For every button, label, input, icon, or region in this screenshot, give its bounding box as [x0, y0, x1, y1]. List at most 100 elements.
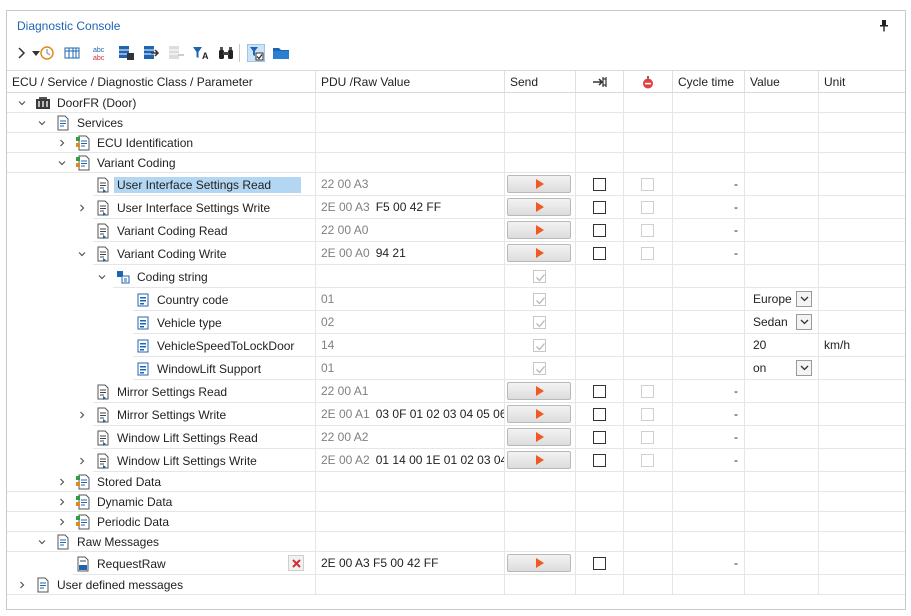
dropdown-button[interactable] [796, 360, 812, 376]
cycle-time-cell[interactable]: - [673, 426, 745, 449]
tree-row[interactable]: Mirror Settings Read 22 00 A1 - [7, 380, 905, 403]
pin-icon[interactable] [879, 20, 889, 32]
unit-cell [819, 357, 905, 380]
tree-row[interactable]: ECU Identification [7, 133, 905, 153]
send-button[interactable] [507, 175, 571, 193]
chevron-down-icon[interactable] [97, 272, 107, 282]
chevron-right-icon[interactable] [57, 517, 67, 527]
cycle-time-cell[interactable]: - [673, 173, 745, 196]
cyclic-checkbox[interactable] [592, 247, 606, 260]
tree-row[interactable]: User defined messages [7, 575, 905, 595]
tree-row[interactable]: VehicleSpeedToLockDoor 14 20 km/h [7, 334, 905, 357]
cycle-time-cell[interactable]: - [673, 219, 745, 242]
cycle-time-cell[interactable]: - [673, 380, 745, 403]
column-header-send[interactable]: Send [505, 71, 576, 93]
value-cell[interactable]: on [745, 357, 819, 380]
filter-selected-icon[interactable] [247, 44, 265, 62]
cyclic-cell [576, 219, 624, 242]
cycle-time-cell[interactable]: - [673, 403, 745, 426]
chevron-down-icon[interactable] [77, 249, 87, 259]
tree-row[interactable]: Variant Coding Write 2E 00 A0 94 21 - [7, 242, 905, 265]
tree-row[interactable]: Country code 01 Europe [7, 288, 905, 311]
column-header-unit[interactable]: Unit [819, 71, 905, 93]
folder-icon[interactable] [272, 44, 290, 62]
tree-row-label: Country code [157, 292, 229, 307]
cyclic-checkbox[interactable] [592, 454, 606, 467]
delete-button[interactable] [288, 555, 304, 571]
column-header-stop[interactable] [624, 71, 673, 93]
tree-row[interactable]: Stored Data [7, 472, 905, 492]
tree-row[interactable]: Mirror Settings Write 2E 00 A1 03 0F 01 02… [7, 403, 905, 426]
binoculars-search-icon[interactable] [217, 44, 235, 62]
table-columns-icon[interactable] [63, 44, 81, 62]
chevron-right-icon[interactable] [57, 138, 67, 148]
value-cell[interactable]: Europe [745, 288, 819, 311]
stop-cell [624, 334, 673, 357]
tree-row[interactable]: Variant Coding Read 22 00 A0 - [7, 219, 905, 242]
tree-row[interactable]: Dynamic Data [7, 492, 905, 512]
grid-export-icon[interactable] [142, 44, 160, 62]
tree-row[interactable]: Periodic Data [7, 512, 905, 532]
column-header-pdu[interactable]: PDU /Raw Value [316, 71, 505, 93]
chevron-down-icon[interactable] [17, 98, 27, 108]
dropdown-button[interactable] [796, 314, 812, 330]
send-button[interactable] [507, 382, 571, 400]
column-header-send-cyclic[interactable] [576, 71, 624, 93]
dropdown-button[interactable] [796, 291, 812, 307]
cyclic-checkbox[interactable] [592, 201, 606, 214]
tree-row-label: Dynamic Data [97, 495, 173, 509]
tree-row[interactable]: WindowLift Support 01 on [7, 357, 905, 380]
tree-row[interactable]: Window Lift Settings Write 2E 00 A2 01 14 … [7, 449, 905, 472]
column-header-value[interactable]: Value [745, 71, 819, 93]
chevron-down-icon[interactable] [37, 537, 47, 547]
tree-row[interactable]: User Interface Settings Write 2E 00 A3 F5 … [7, 196, 905, 219]
chevron-down-icon[interactable] [37, 118, 47, 128]
tree-row[interactable]: Vehicle type 02 Sedan [7, 311, 905, 334]
tree-row[interactable]: RequestRaw 2E 00 A3 F5 00 42 FF - [7, 552, 905, 575]
tree-row[interactable]: Services [7, 113, 905, 133]
filter-text-icon[interactable]: A [192, 44, 210, 62]
send-button[interactable] [507, 554, 571, 572]
tree-row[interactable]: Window Lift Settings Read 22 00 A2 - [7, 426, 905, 449]
spellcheck-abc-icon[interactable]: abc abc [92, 44, 110, 62]
cyclic-checkbox[interactable] [592, 178, 606, 191]
cyclic-checkbox[interactable] [592, 431, 606, 444]
column-header-cycle-time[interactable]: Cycle time [673, 71, 745, 93]
cycle-time-cell[interactable]: - [673, 196, 745, 219]
cycle-time-cell[interactable]: - [673, 449, 745, 472]
value-cell[interactable]: 20 [745, 334, 819, 357]
chevron-right-icon[interactable] [77, 410, 87, 420]
tree-row[interactable]: Variant Coding [7, 153, 905, 173]
tree-row[interactable]: Raw Messages [7, 532, 905, 552]
grid-disabled-icon[interactable] [167, 44, 185, 62]
cyclic-checkbox[interactable] [592, 224, 606, 237]
tree-row[interactable]: Coding string [7, 265, 905, 288]
chevron-right-icon[interactable] [77, 456, 87, 466]
cyclic-checkbox[interactable] [592, 557, 606, 570]
history-icon[interactable] [38, 44, 56, 62]
chevron-right-icon[interactable] [77, 203, 87, 213]
cycle-time-cell[interactable]: - [673, 552, 745, 575]
chevron-right-icon[interactable] [57, 497, 67, 507]
service-icon [95, 453, 111, 469]
cyclic-checkbox[interactable] [592, 385, 606, 398]
value-cell[interactable]: Sedan [745, 311, 819, 334]
send-button[interactable] [507, 198, 571, 216]
chevron-down-icon[interactable] [57, 158, 67, 168]
cyclic-checkbox[interactable] [592, 408, 606, 421]
send-button[interactable] [507, 244, 571, 262]
diagnostic-tree-grid: ECU / Service / Diagnostic Class / Param… [7, 70, 905, 609]
send-button[interactable] [507, 428, 571, 446]
stop-cell [624, 472, 673, 492]
grid-add-icon[interactable] [117, 44, 135, 62]
tree-row[interactable]: DoorFR (Door) [7, 93, 905, 113]
send-button[interactable] [507, 221, 571, 239]
cycle-time-cell[interactable]: - [673, 242, 745, 265]
doc-icon [35, 577, 51, 593]
column-header-name[interactable]: ECU / Service / Diagnostic Class / Param… [7, 71, 316, 93]
send-button[interactable] [507, 451, 571, 469]
tree-row[interactable]: User Interface Settings Read 22 00 A3 - [7, 173, 905, 196]
chevron-right-icon[interactable] [57, 477, 67, 487]
chevron-right-icon[interactable] [17, 580, 27, 590]
send-button[interactable] [507, 405, 571, 423]
